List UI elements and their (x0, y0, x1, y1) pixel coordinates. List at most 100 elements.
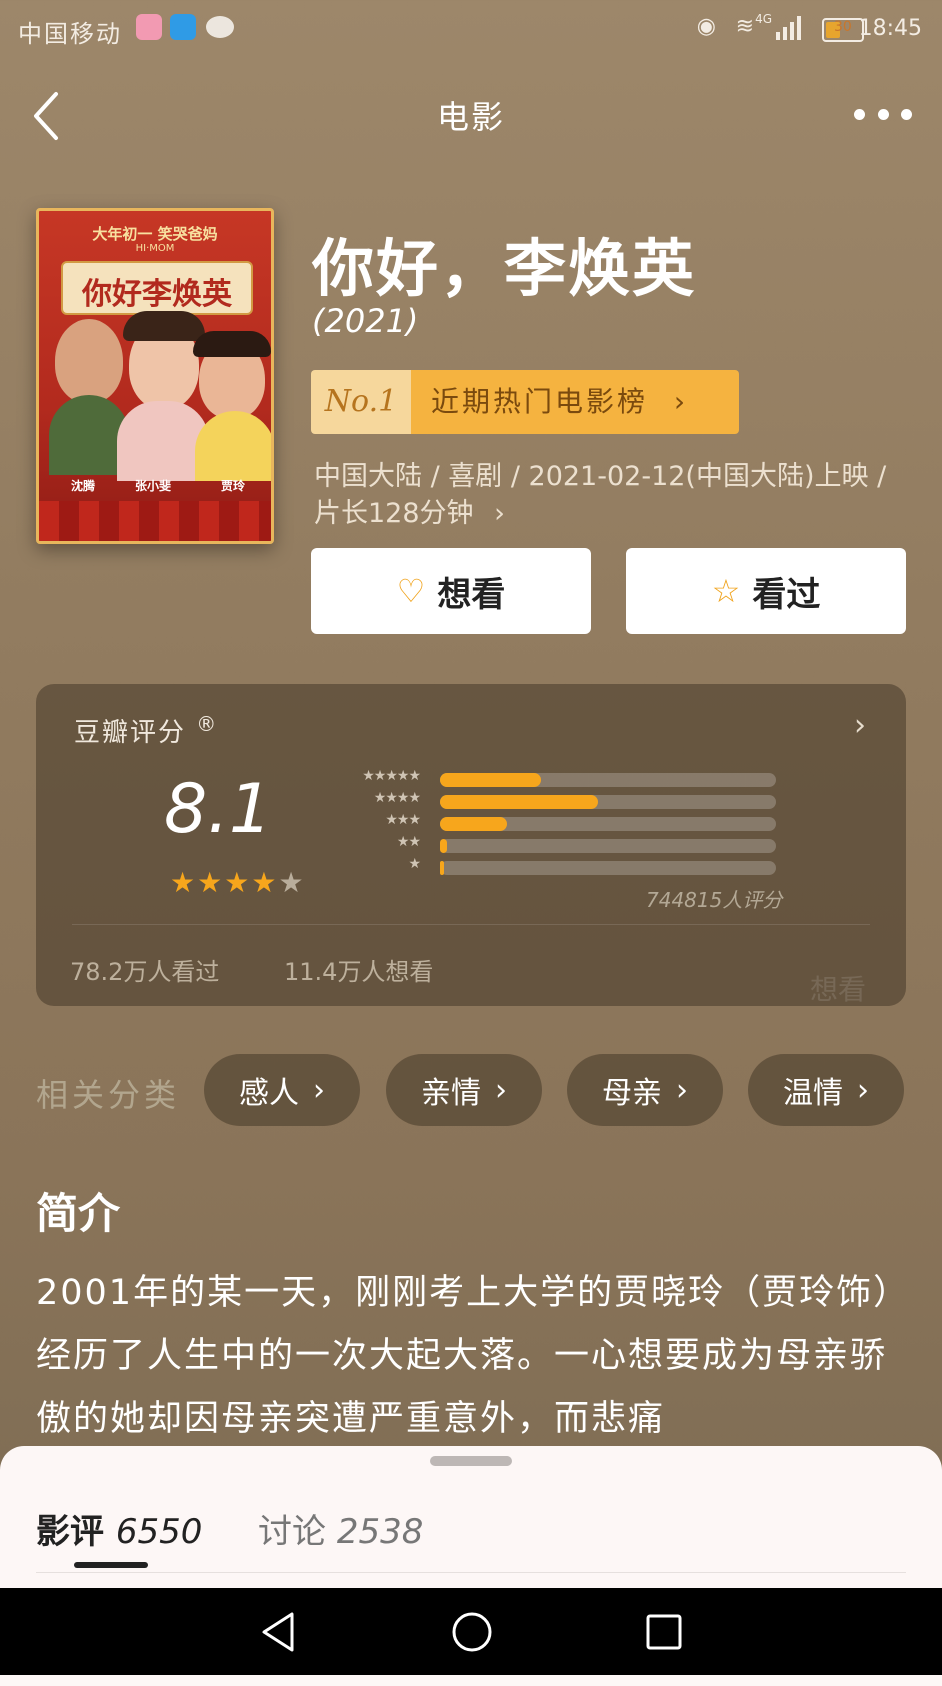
poster-hair (123, 311, 205, 341)
wifi-icon: ≋ (735, 14, 754, 39)
chevron-right-icon: › (676, 1072, 688, 1108)
star-filled-icon: ★ (224, 866, 252, 899)
chevron-right-icon: › (673, 385, 689, 418)
meta-duration: 片长128分钟 (314, 498, 474, 529)
distribution-bar (440, 861, 444, 875)
poster-stage (39, 501, 271, 541)
tag-label: 温情 (783, 1076, 843, 1111)
eye-comfort-icon: ◉ (696, 14, 716, 39)
wish-count[interactable]: 11.4万人想看 (284, 952, 433, 987)
rating-score: 8.1 (164, 770, 273, 849)
tab-reviews-count: 6550 (115, 1512, 203, 1552)
more-button[interactable] (854, 100, 912, 128)
poster-name: 贾玲 (221, 479, 246, 493)
seen-button[interactable]: ☆ 看过 (626, 548, 906, 634)
tab-indicator (74, 1562, 148, 1568)
star-empty-icon: ★ (278, 866, 306, 899)
chevron-right-icon: › (495, 1072, 507, 1108)
tag-label: 感人 (239, 1076, 299, 1111)
divider (36, 1572, 906, 1573)
distribution-row: ★★★★★ (340, 768, 776, 788)
signal-icon (776, 16, 806, 40)
clock: 18:45 (858, 16, 922, 41)
want-label: 想看 (437, 574, 506, 615)
tag-chip[interactable]: 感人 › (204, 1054, 360, 1126)
distribution-bar (440, 817, 508, 831)
home-circle-icon[interactable] (450, 1610, 494, 1654)
tab-reviews-label: 影评 (36, 1512, 104, 1552)
movie-year: (2021) (312, 302, 419, 340)
intro-heading: 简介 (36, 1189, 121, 1238)
more-dot-icon (901, 108, 912, 120)
watermark: 想看 (809, 973, 866, 1006)
poster-name: 张小斐 (135, 479, 172, 493)
distribution-stars-label: ★★ (396, 834, 421, 850)
rank-label: 近期热门电影榜 › (411, 370, 739, 434)
seen-label: 看过 (752, 574, 821, 615)
distribution-track (440, 773, 776, 787)
poster-title: 你好李焕英 (82, 277, 232, 312)
tag-label: 母亲 (602, 1076, 662, 1111)
distribution-stars-label: ★★★★★ (362, 768, 421, 784)
star-filled-icon: ★ (197, 866, 225, 899)
distribution-row: ★★ (340, 834, 776, 854)
chevron-right-icon: › (494, 498, 505, 529)
tag-chip[interactable]: 温情 › (748, 1054, 904, 1126)
rank-label-text: 近期热门电影榜 (431, 385, 649, 418)
distribution-bar (440, 839, 447, 853)
rating-title: 豆瓣评分 ® (74, 712, 218, 749)
carrier-label: 中国移动 (18, 20, 122, 48)
battery-level: 30 (834, 19, 852, 35)
chevron-right-icon[interactable]: › (854, 708, 866, 743)
tab-discussion-count: 2538 (336, 1512, 424, 1552)
tab-discussion[interactable]: 讨论 2538 (258, 1504, 423, 1553)
more-dot-icon (877, 108, 889, 120)
meta-line-2: 片长128分钟 › (314, 495, 914, 532)
movie-meta[interactable]: 中国大陆 / 喜剧 / 2021-02-12(中国大陆)上映 / 片长128分钟… (314, 458, 914, 532)
tab-reviews[interactable]: 影评 6550 (36, 1504, 202, 1553)
status-bar: 中国移动 ◉ ≋ 4G 30 18:45 (0, 0, 942, 56)
system-nav-bar (0, 1588, 942, 1675)
app-notification-icon (136, 14, 162, 40)
divider (72, 924, 870, 925)
tag-chip[interactable]: 亲情 › (386, 1054, 542, 1126)
more-dot-icon (854, 108, 865, 120)
distribution-bar (440, 773, 541, 787)
movie-title: 你好，李焕英 (312, 232, 697, 305)
related-tags-label: 相关分类 (36, 1076, 181, 1114)
movie-poster[interactable]: 大年初一 笑哭爸妈 HI·MOM 你好李焕英 导演 贾玲 沈腾 张小斐 贾玲 (36, 208, 274, 544)
heart-plus-icon: ♡ (396, 572, 426, 610)
tag-label: 亲情 (421, 1076, 481, 1111)
distribution-track (440, 817, 776, 831)
distribution-track (440, 861, 776, 875)
rating-card[interactable]: 豆瓣评分 ® › 8.1 ★★★★★ ★★★★★ ★★★★ ★★★ ★★ ★ 74481… (36, 684, 906, 1006)
poster-face (55, 319, 123, 403)
poster-banner: 你好李焕英 (61, 261, 253, 315)
poster-english-title: HI·MOM (135, 243, 175, 254)
tag-chip[interactable]: 母亲 › (567, 1054, 723, 1126)
meta-line: 中国大陆 / 喜剧 / 2021-02-12(中国大陆)上映 / (314, 461, 887, 492)
network-type: 4G (755, 12, 772, 26)
rating-stars: ★★★★★ (170, 866, 306, 899)
want-button[interactable]: ♡ 想看 (311, 548, 591, 634)
registered-mark: ® (196, 712, 219, 736)
distribution-stars-label: ★★★ (385, 812, 421, 828)
back-triangle-icon[interactable] (258, 1610, 298, 1654)
recents-square-icon[interactable] (644, 1612, 684, 1652)
chevron-right-icon: › (313, 1072, 325, 1108)
distribution-stars-label: ★★★★ (373, 790, 421, 806)
intro-text[interactable]: 2001年的某一天，刚刚考上大学的贾晓玲（贾玲饰）经历了人生中的一次大起大落。一… (36, 1262, 906, 1451)
rating-title-text: 豆瓣评分 (74, 718, 187, 748)
poster-tagline: 大年初一 笑哭爸妈 (92, 225, 218, 243)
seen-count[interactable]: 78.2万人看过 (70, 952, 219, 987)
distribution-stars-label: ★ (408, 856, 421, 872)
rank-number: No.1 (311, 370, 411, 434)
distribution-track (440, 839, 776, 853)
message-notification-icon (206, 16, 234, 38)
sheet-drag-handle[interactable] (430, 1456, 512, 1466)
distribution-bar (440, 795, 598, 809)
star-filled-icon: ★ (251, 866, 279, 899)
rating-count: 744815人评分 (646, 888, 783, 912)
distribution-track (440, 795, 776, 809)
rank-badge[interactable]: No.1 近期热门电影榜 › (311, 370, 739, 434)
